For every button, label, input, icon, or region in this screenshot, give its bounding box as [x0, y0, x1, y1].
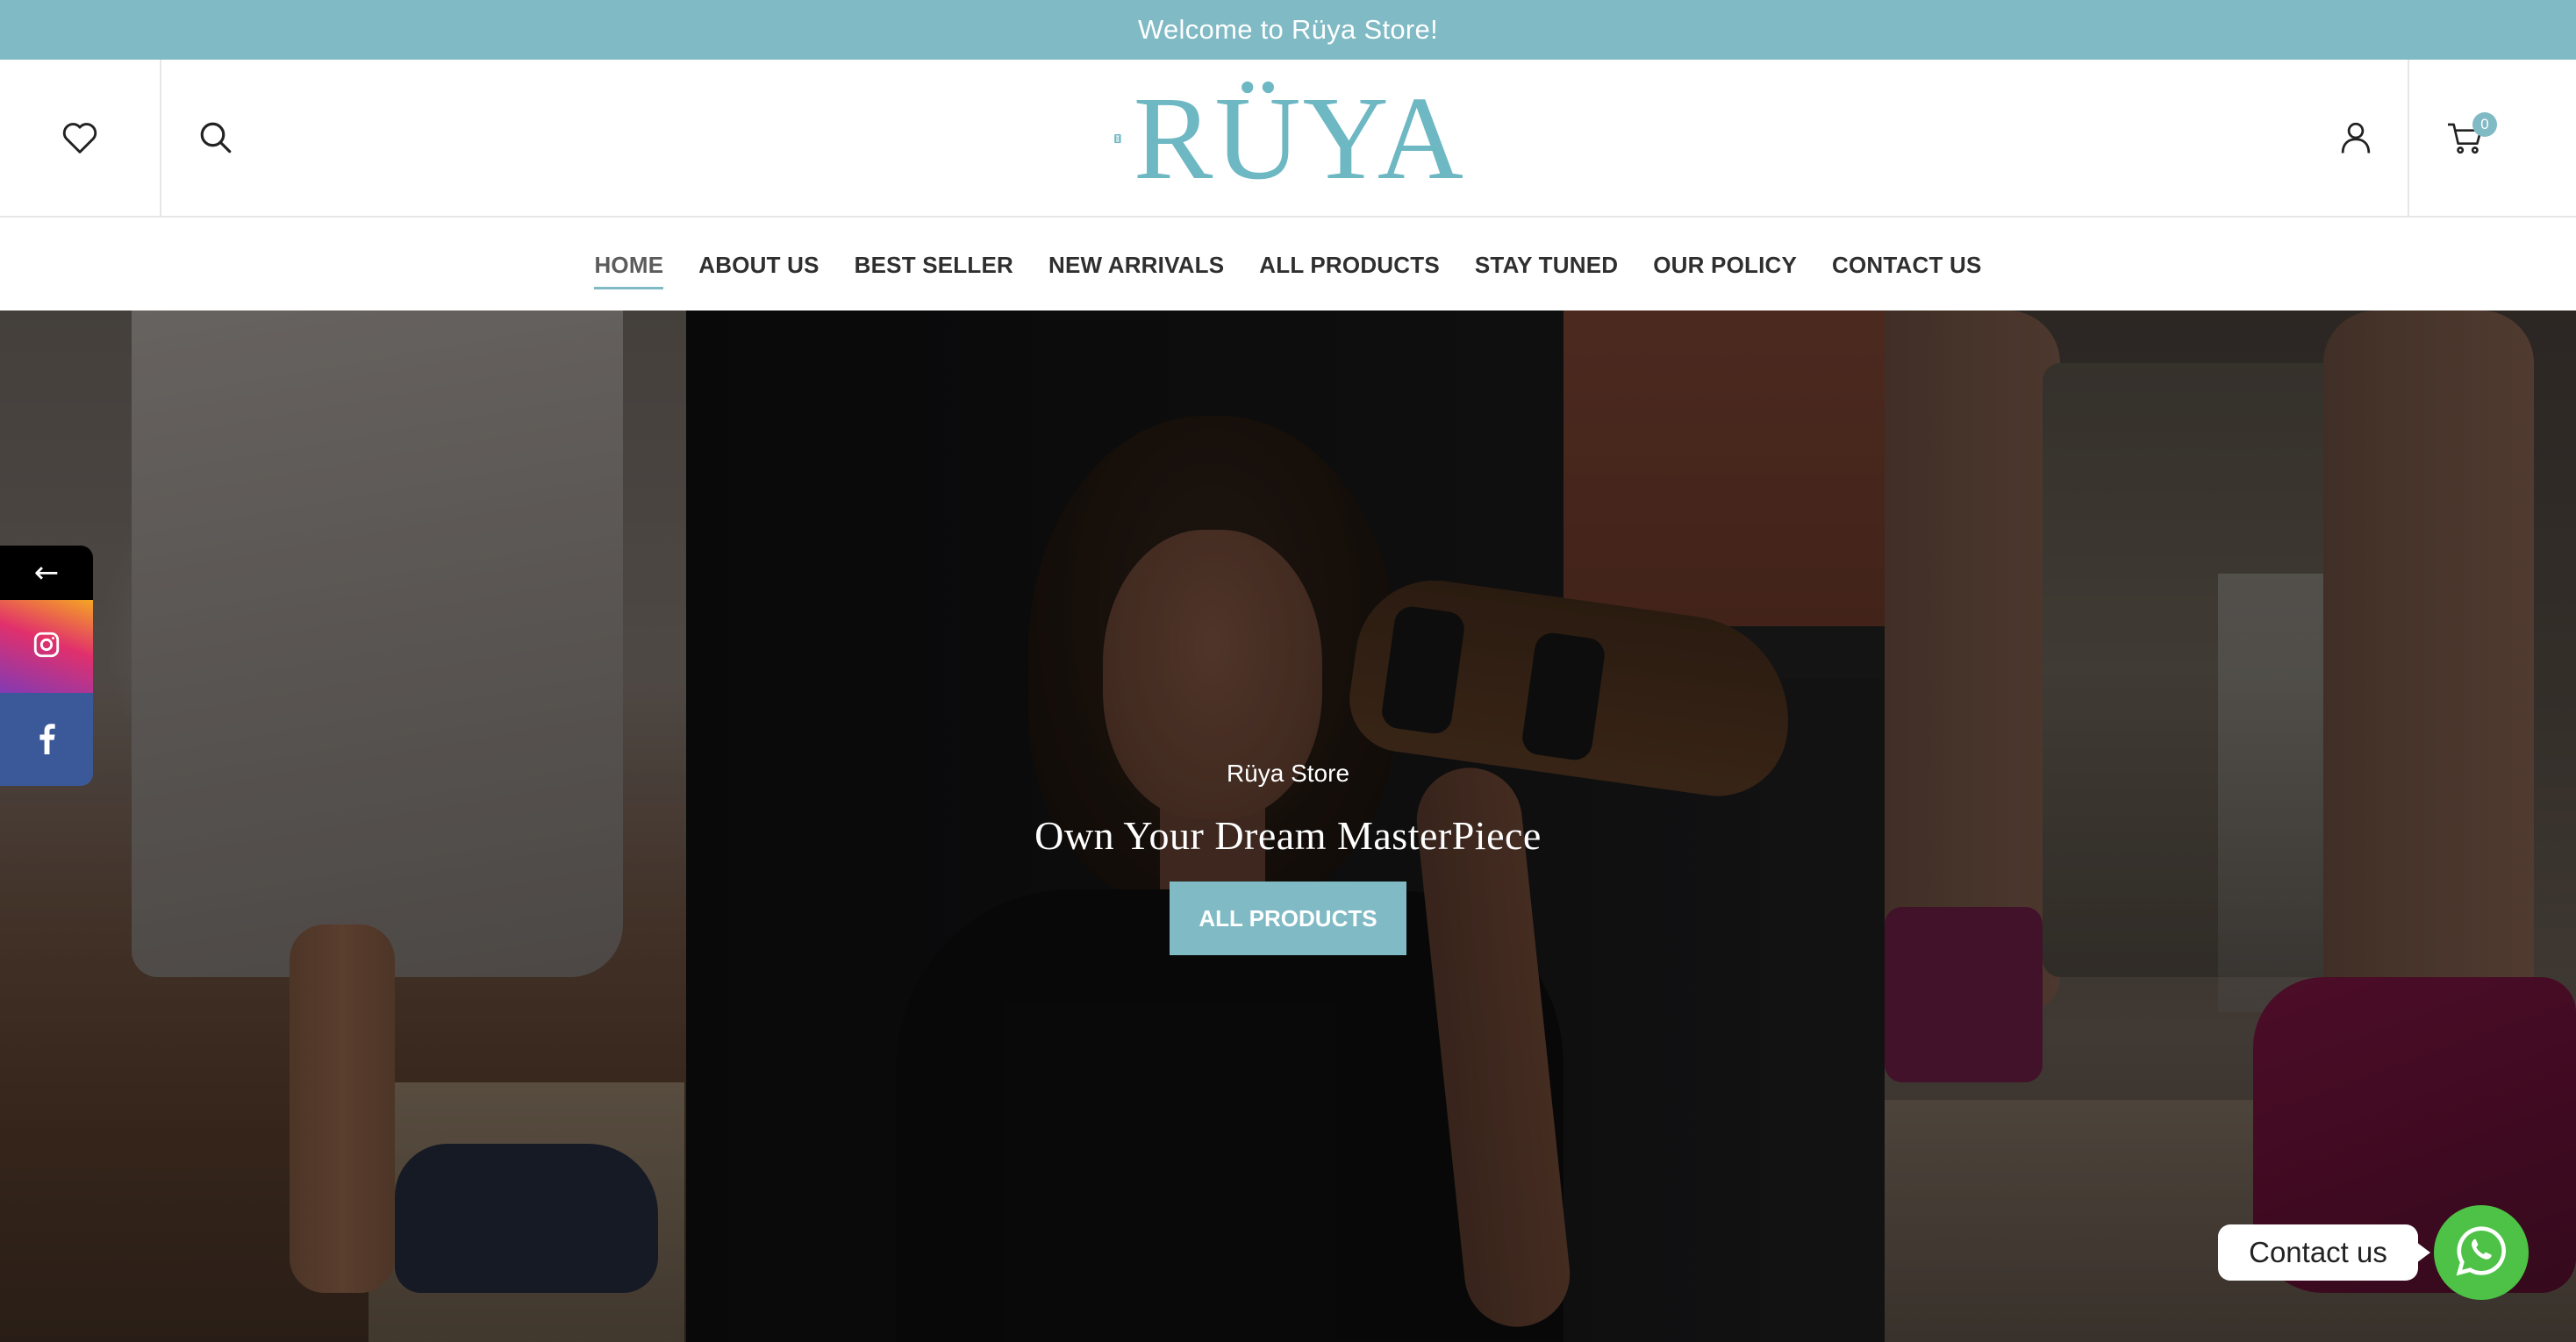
hero-subtitle: Rüya Store — [1226, 760, 1350, 787]
nav-best-seller[interactable]: BEST SELLER — [855, 245, 1013, 286]
cart-button[interactable]: 0 — [2408, 60, 2522, 216]
site-header: RÜYA 0 — [0, 60, 2576, 218]
wishlist-button[interactable] — [0, 60, 161, 216]
arrow-left-icon: ← — [33, 555, 60, 590]
whatsapp-button[interactable] — [2434, 1205, 2529, 1300]
facebook-icon — [36, 721, 57, 759]
search-icon — [197, 119, 234, 156]
site-logo[interactable]: RÜYA — [1114, 73, 1465, 204]
main-navigation: HOME ABOUT US BEST SELLER NEW ARRIVALS A… — [0, 219, 2576, 311]
announcement-text: Welcome to Rüya Store! — [1138, 14, 1438, 45]
nav-stay-tuned[interactable]: STAY TUNED — [1475, 245, 1618, 286]
nav-about-us[interactable]: ABOUT US — [698, 245, 819, 286]
nav-new-arrivals[interactable]: NEW ARRIVALS — [1048, 245, 1224, 286]
hero-banner: Rüya Store Own Your Dream MasterPiece AL… — [0, 311, 2576, 1342]
search-button[interactable] — [163, 60, 268, 216]
instagram-icon — [32, 630, 61, 664]
account-button[interactable] — [2308, 60, 2404, 216]
contact-us-label: Contact us — [2249, 1236, 2387, 1268]
announcement-bar: Welcome to Rüya Store! — [0, 0, 2576, 60]
logo-text: RÜYA — [1133, 73, 1465, 204]
logo-mark-icon — [1114, 133, 1121, 144]
instagram-link[interactable] — [0, 600, 93, 693]
nav-home[interactable]: HOME — [594, 245, 664, 289]
user-icon — [2337, 119, 2374, 156]
nav-contact-us[interactable]: CONTACT US — [1832, 245, 1982, 286]
cart-count-badge: 0 — [2472, 112, 2497, 137]
social-toggle-button[interactable]: ← — [0, 546, 93, 600]
social-sidebar: ← — [0, 546, 93, 786]
hero-content: Rüya Store Own Your Dream MasterPiece AL… — [0, 311, 2576, 1342]
nav-all-products[interactable]: ALL PRODUCTS — [1259, 245, 1440, 286]
facebook-link[interactable] — [0, 693, 93, 786]
whatsapp-icon — [2454, 1224, 2508, 1282]
contact-us-bubble[interactable]: Contact us — [2218, 1224, 2430, 1281]
all-products-button[interactable]: ALL PRODUCTS — [1170, 882, 1406, 955]
hero-title: Own Your Dream MasterPiece — [1034, 813, 1542, 858]
nav-our-policy[interactable]: OUR POLICY — [1653, 245, 1797, 286]
heart-icon — [61, 120, 99, 155]
